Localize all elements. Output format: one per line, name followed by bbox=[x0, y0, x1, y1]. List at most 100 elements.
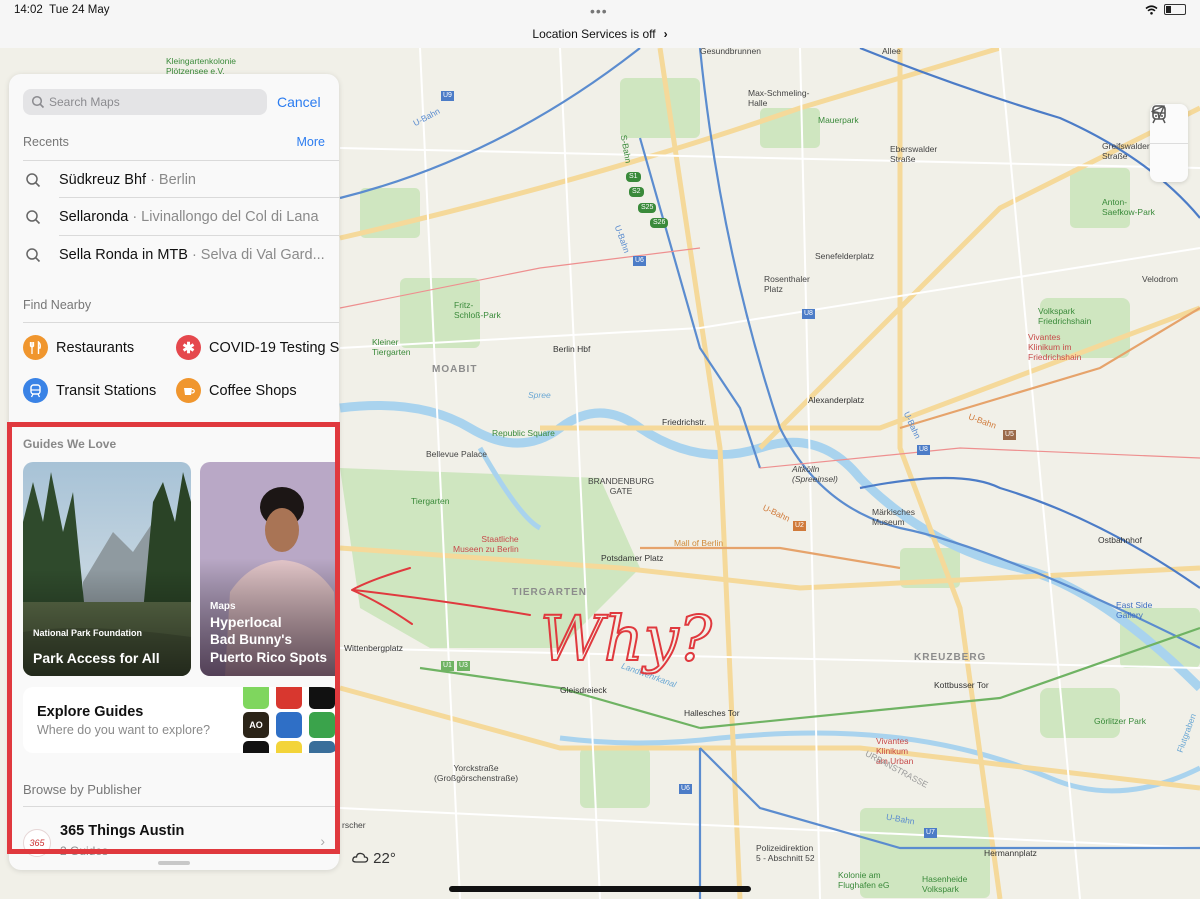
multitask-dots[interactable]: ••• bbox=[590, 3, 608, 19]
guide-title: Park Access for All bbox=[33, 650, 160, 666]
nearby-label: Restaurants bbox=[56, 339, 135, 356]
search-icon bbox=[25, 172, 45, 188]
map-label-rscher: rscher bbox=[342, 820, 366, 830]
map-label-velodrom: Velodrom bbox=[1142, 274, 1178, 284]
divider bbox=[23, 322, 339, 323]
publisher-tile bbox=[309, 687, 335, 709]
publisher-tile bbox=[309, 712, 335, 738]
map-label-mauerpark: Mauerpark bbox=[818, 115, 859, 125]
guide-publisher: Maps bbox=[210, 601, 236, 612]
search-input[interactable]: Search Maps bbox=[23, 89, 267, 115]
map-label-hasenheide: Hasenheide Volkspark bbox=[922, 874, 968, 894]
coffee-cup-icon bbox=[176, 378, 201, 403]
map-controls bbox=[1150, 104, 1188, 182]
transit-badge-u5[interactable]: U5 bbox=[1003, 430, 1016, 440]
map-label-alexanderplatz: Alexanderplatz bbox=[808, 395, 865, 405]
publisher-tile bbox=[309, 741, 335, 753]
transit-badge-u8-b[interactable]: U8 bbox=[917, 445, 930, 455]
date-text: Tue 24 May bbox=[49, 4, 110, 16]
transit-badge-s25[interactable]: S25 bbox=[638, 203, 657, 213]
recent-item[interactable]: Südkreuz Bhf · Berlin bbox=[23, 161, 339, 198]
more-button[interactable]: More bbox=[297, 135, 325, 149]
chevron-right-icon: › bbox=[320, 833, 325, 849]
publisher-logo: 365 bbox=[23, 829, 51, 857]
map-label-rosenthaler: Rosenthaler Platz bbox=[764, 274, 810, 294]
map-label-ostbahnhof: Ostbahnhof bbox=[1098, 535, 1142, 545]
map-label-kleiner-tiergarten: Kleiner Tiergarten bbox=[372, 337, 411, 357]
map-label-republic-square: Republic Square bbox=[492, 428, 555, 438]
map-label-volkspark-friedrichshain: Volkspark Friedrichshain bbox=[1038, 306, 1092, 326]
guide-kicker: Hyperlocal bbox=[210, 614, 282, 630]
transit-badge-u6[interactable]: U6 bbox=[633, 256, 646, 266]
status-bar: 14:02 Tue 24 May ••• Location Services i… bbox=[0, 0, 1200, 48]
map-label-bellevue-palace: Bellevue Palace bbox=[426, 449, 487, 459]
location-banner-text: Location Services is off bbox=[532, 27, 656, 41]
publisher-tile bbox=[243, 687, 269, 709]
find-nearby-heading: Find Nearby bbox=[23, 298, 92, 312]
guide-title-line1: Bad Bunny's bbox=[210, 632, 292, 647]
map-label-mall-of-berlin: Mall of Berlin bbox=[674, 538, 724, 548]
nearby-restaurants[interactable]: Restaurants bbox=[23, 335, 134, 360]
annotation-text: Why? bbox=[540, 602, 713, 675]
recent-item[interactable]: Sella Ronda in MTB · Selva di Val Gard..… bbox=[23, 236, 339, 273]
explore-title: Explore Guides bbox=[37, 704, 144, 720]
search-placeholder: Search Maps bbox=[49, 95, 120, 109]
map-label-vivantes-friedrichshain: Vivantes Klinikum im Friedrichshain bbox=[1028, 332, 1082, 362]
temperature-text: 22° bbox=[373, 850, 396, 867]
transit-badge-u6-b[interactable]: U6 bbox=[679, 784, 692, 794]
sheet-grabber[interactable] bbox=[158, 861, 190, 865]
recents-heading: Recents bbox=[23, 135, 69, 149]
status-icons bbox=[1145, 4, 1186, 15]
transit-badge-u8[interactable]: U8 bbox=[802, 309, 815, 319]
map-label-markisches-museum: Märkisches Museum bbox=[872, 507, 915, 527]
map-label-berlin-hbf: Berlin Hbf bbox=[553, 344, 591, 354]
map-label-yorckstrasse: Yorckstraße (Großgörschenstraße) bbox=[434, 763, 519, 783]
nearby-label: Coffee Shops bbox=[209, 382, 297, 399]
map-label-east-side-gallery: East Side Gallery bbox=[1116, 600, 1153, 620]
recent-location: · Selva di Val Gard... bbox=[191, 246, 325, 263]
transit-badge-s1[interactable]: S1 bbox=[626, 172, 641, 182]
publisher-tile bbox=[276, 712, 302, 738]
map-label-fritz-schloss-park: Fritz- Schloß-Park bbox=[454, 300, 501, 320]
time-text: 14:02 bbox=[14, 4, 43, 16]
search-row: Search Maps Cancel bbox=[23, 89, 328, 117]
guide-card-park-access[interactable]: National Park Foundation Park Access for… bbox=[23, 462, 191, 676]
cancel-button[interactable]: Cancel bbox=[277, 94, 321, 110]
divider bbox=[23, 806, 339, 807]
explore-guides-card[interactable]: Explore Guides Where do you want to expl… bbox=[23, 687, 339, 753]
medical-star-icon: ✱ bbox=[176, 335, 201, 360]
map-label-anton-saefkow: Anton- Saefkow-Park bbox=[1102, 197, 1155, 217]
map-label-hermannplatz: Hermannplatz bbox=[984, 848, 1037, 858]
publisher-tile bbox=[276, 741, 302, 753]
recent-name: Südkreuz Bhf bbox=[59, 171, 147, 188]
nearby-transit-stations[interactable]: Transit Stations bbox=[23, 378, 156, 403]
publisher-name: Maps bbox=[210, 601, 236, 612]
explore-subtitle: Where do you want to explore? bbox=[37, 723, 211, 737]
guide-card-bad-bunny[interactable]: Maps Hyperlocal Bad Bunny's Puerto Rico … bbox=[200, 462, 339, 676]
search-icon bbox=[25, 209, 45, 225]
browse-publisher-heading: Browse by Publisher bbox=[23, 782, 142, 797]
chevron-right-icon: › bbox=[663, 27, 668, 41]
transit-badge-u7[interactable]: U7 bbox=[924, 828, 937, 838]
map-label-kolonie-flughafen: Kolonie am Flughafen eG bbox=[838, 870, 890, 890]
location-services-banner[interactable]: Location Services is off › bbox=[0, 27, 1200, 41]
guide-publisher: National Park Foundation bbox=[33, 628, 143, 638]
nearby-coffee-shops[interactable]: Coffee Shops bbox=[176, 378, 297, 403]
cloud-icon bbox=[352, 852, 369, 863]
transit-badge-u2[interactable]: U2 bbox=[793, 521, 806, 531]
locate-me-button[interactable] bbox=[1150, 105, 1188, 183]
transit-badge-s26[interactable]: S26 bbox=[650, 218, 669, 228]
map-label-altkolln: Altkölln (Spreeinsel) bbox=[792, 464, 838, 484]
transit-badge-s2[interactable]: S2 bbox=[629, 187, 644, 197]
transit-badge-u9[interactable]: U9 bbox=[441, 91, 454, 101]
recent-item[interactable]: Sellaronda · Livinallongo del Col di Lan… bbox=[23, 198, 339, 235]
publisher-tile-ao: AO bbox=[243, 712, 269, 738]
nearby-label: COVID-19 Testing S bbox=[209, 339, 339, 356]
publisher-tile bbox=[276, 687, 302, 709]
nearby-covid-testing[interactable]: ✱ COVID-19 Testing S bbox=[176, 335, 339, 360]
home-indicator[interactable] bbox=[449, 886, 751, 892]
map-label-spree: Spree bbox=[528, 390, 551, 400]
recent-location: · Livinallongo del Col di Lana bbox=[132, 208, 319, 225]
map-label-kleingartenkolonie: Kleingartenkolonie Plötzensee e.V. bbox=[166, 56, 236, 76]
search-sidebar: Search Maps Cancel Recents More Südkreuz… bbox=[9, 74, 339, 870]
